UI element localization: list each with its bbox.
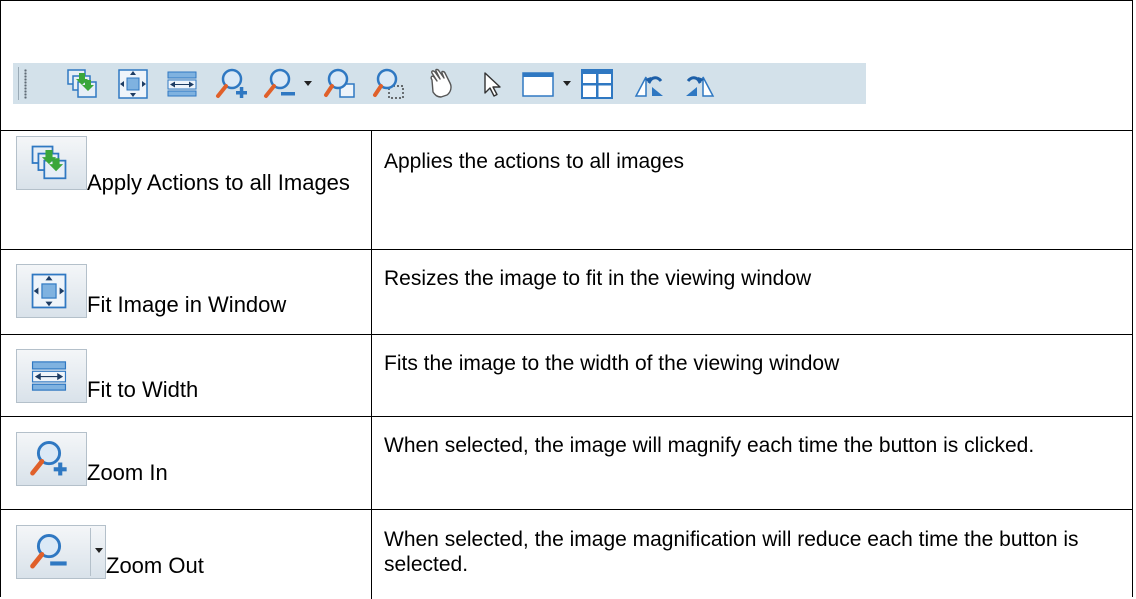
fit-width-icon[interactable]: [165, 67, 199, 101]
apply-actions-all-icon[interactable]: [16, 136, 87, 190]
row-label-cell: Zoom In: [16, 432, 168, 486]
rotate-right-icon[interactable]: [682, 67, 716, 101]
help-document: Apply Actions to all Images Applies the …: [0, 0, 1136, 599]
column-divider: [371, 130, 372, 599]
row-label-cell: Apply Actions to all Images: [16, 136, 356, 195]
fit-width-icon[interactable]: [16, 349, 87, 403]
row-divider: [0, 334, 1133, 335]
image-toolbar: [13, 63, 866, 104]
row-divider: [0, 249, 1133, 250]
zoom-out-dropdown-arrow-icon[interactable]: [304, 81, 312, 87]
row-label: Zoom In: [87, 460, 168, 485]
row-description: Fits the image to the width of the viewi…: [384, 352, 840, 375]
row-description: Applies the actions to all images: [384, 150, 684, 173]
pan-hand-icon[interactable]: [423, 67, 457, 101]
window-icon[interactable]: [521, 67, 555, 101]
row-divider: [0, 509, 1133, 510]
row-label-cell: Fit to Width: [16, 349, 198, 403]
row-description: When selected, the image will magnify ea…: [384, 434, 1035, 457]
row-label: Apply Actions to all Images: [87, 170, 350, 195]
zoom-in-icon[interactable]: [16, 432, 87, 486]
window-dropdown-arrow-icon[interactable]: [563, 81, 571, 87]
grid-layout-icon[interactable]: [580, 67, 614, 101]
fit-window-icon[interactable]: [16, 264, 87, 318]
zoom-select-icon[interactable]: [372, 67, 406, 101]
row-label: Fit Image in Window: [87, 292, 287, 317]
row-label-cell: Fit Image in Window: [16, 264, 286, 318]
row-label-cell: Zoom Out: [16, 525, 204, 579]
toolbar-grip[interactable]: [18, 67, 30, 100]
row-description: Resizes the image to fit in the viewing …: [384, 267, 812, 290]
row-description: When selected, the image magnification w…: [384, 528, 1079, 576]
chevron-down-icon[interactable]: [95, 548, 103, 554]
zoom-rect-icon[interactable]: [323, 67, 357, 101]
fit-window-icon[interactable]: [116, 67, 150, 101]
pointer-icon[interactable]: [475, 67, 509, 101]
zoom-in-icon[interactable]: [215, 67, 249, 101]
apply-actions-all-icon[interactable]: [65, 67, 99, 101]
rotate-left-icon[interactable]: [633, 67, 667, 101]
row-label: Fit to Width: [87, 377, 199, 402]
zoom-out-icon[interactable]: [263, 67, 297, 101]
row-divider: [0, 130, 1133, 131]
zoom-out-icon[interactable]: [16, 525, 106, 579]
row-label: Zoom Out: [106, 553, 204, 578]
row-divider: [0, 416, 1133, 417]
